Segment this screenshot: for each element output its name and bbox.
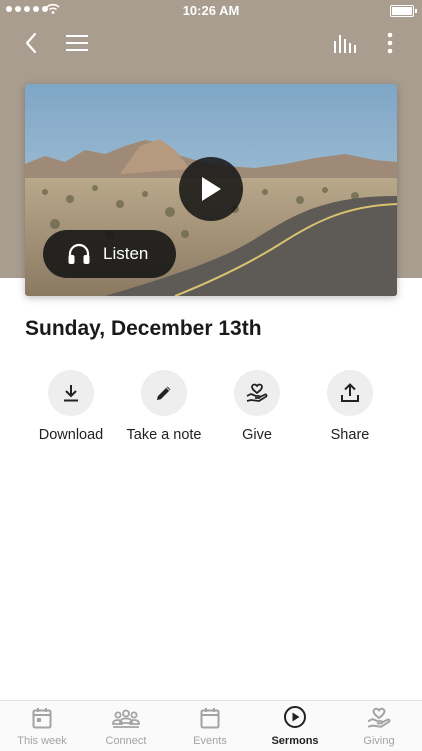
- page-title: Sunday, December 13th: [25, 317, 262, 340]
- heart-hand-icon: [367, 707, 391, 728]
- tab-events[interactable]: Events: [168, 701, 252, 751]
- status-bar: 10:26 AM: [0, 0, 422, 22]
- battery-icon: [390, 5, 417, 17]
- equalizer-icon: [334, 35, 356, 53]
- tab-events-label: Events: [193, 735, 227, 747]
- tab-connect[interactable]: Connect: [84, 701, 168, 751]
- headphones-icon: [67, 243, 91, 265]
- hamburger-menu-icon: [66, 35, 88, 51]
- give-label: Give: [242, 427, 272, 443]
- take-note-button[interactable]: Take a note: [114, 370, 214, 443]
- tab-giving-label: Giving: [363, 735, 395, 747]
- give-button[interactable]: Give: [207, 370, 307, 443]
- listen-button[interactable]: Listen: [43, 230, 176, 278]
- tab-sermons-label: Sermons: [271, 735, 319, 747]
- tab-this-week-label: This week: [17, 735, 67, 747]
- more-vertical-icon: [387, 32, 393, 54]
- play-icon: [202, 177, 221, 201]
- menu-button[interactable]: [64, 28, 90, 58]
- play-button[interactable]: [179, 157, 243, 221]
- heart-hand-icon: [246, 383, 268, 402]
- calendar-icon: [32, 708, 52, 729]
- download-button[interactable]: Download: [21, 370, 121, 443]
- audio-button[interactable]: [331, 28, 359, 58]
- listen-label: Listen: [103, 244, 149, 263]
- download-label: Download: [38, 427, 104, 443]
- share-icon: [341, 383, 359, 402]
- status-time: 10:26 AM: [182, 3, 240, 18]
- take-note-label: Take a note: [126, 427, 202, 443]
- more-button[interactable]: [380, 28, 400, 58]
- play-circle-icon: [284, 706, 306, 728]
- tab-sermons[interactable]: Sermons: [253, 701, 337, 751]
- pencil-icon: [157, 386, 171, 400]
- action-row: Download Take a note Give Share: [0, 370, 422, 450]
- nav-bar: [0, 28, 422, 58]
- share-label: Share: [330, 427, 370, 443]
- tab-bar: This week Connect Events Sermons Giving: [0, 700, 422, 751]
- share-button[interactable]: Share: [300, 370, 400, 443]
- download-icon: [64, 385, 78, 402]
- chevron-left-icon: [25, 32, 37, 54]
- tab-connect-label: Connect: [105, 735, 147, 747]
- sermon-media-card[interactable]: Listen: [25, 84, 397, 296]
- back-button[interactable]: [16, 28, 46, 58]
- people-icon: [112, 709, 140, 728]
- tab-this-week[interactable]: This week: [0, 701, 84, 751]
- tab-giving[interactable]: Giving: [337, 701, 421, 751]
- calendar-icon: [200, 708, 220, 729]
